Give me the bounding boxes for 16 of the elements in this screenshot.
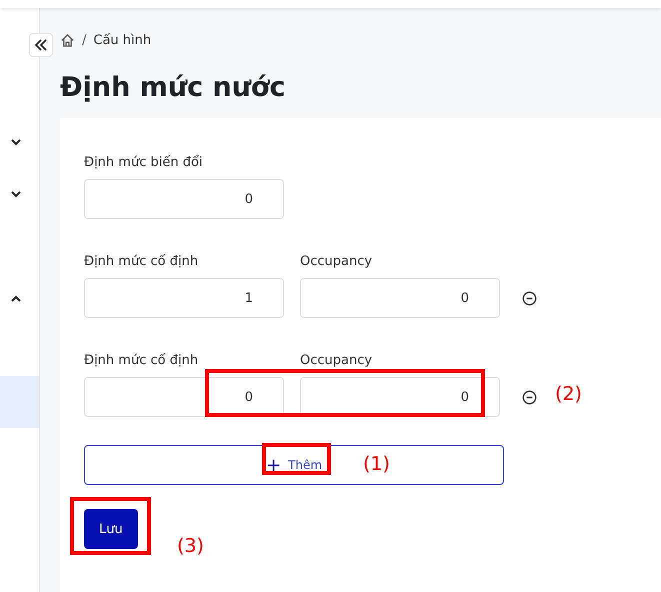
field-label: Định mức biến đổi [84,155,204,170]
page-title: Định mức nước [60,71,286,105]
save-button[interactable]: Lưu [84,509,138,549]
field-label: Occupancy [300,254,374,269]
number-input[interactable]: 0 [300,278,500,318]
number-input[interactable]: 1 [84,278,284,318]
field-label: Định mức cố định [84,353,200,368]
annotation-label: (1) [363,453,390,475]
breadcrumb-separator: / [82,32,86,48]
field-label: Occupancy [300,353,374,368]
number-input[interactable]: 0 [84,377,284,417]
breadcrumb-item[interactable]: Cấu hình [93,32,152,48]
number-input[interactable]: 0 [84,179,284,219]
annotation-label: (2) [555,383,582,405]
annotation-label: (3) [177,535,204,557]
field-label: Định mức cố định [84,254,200,269]
